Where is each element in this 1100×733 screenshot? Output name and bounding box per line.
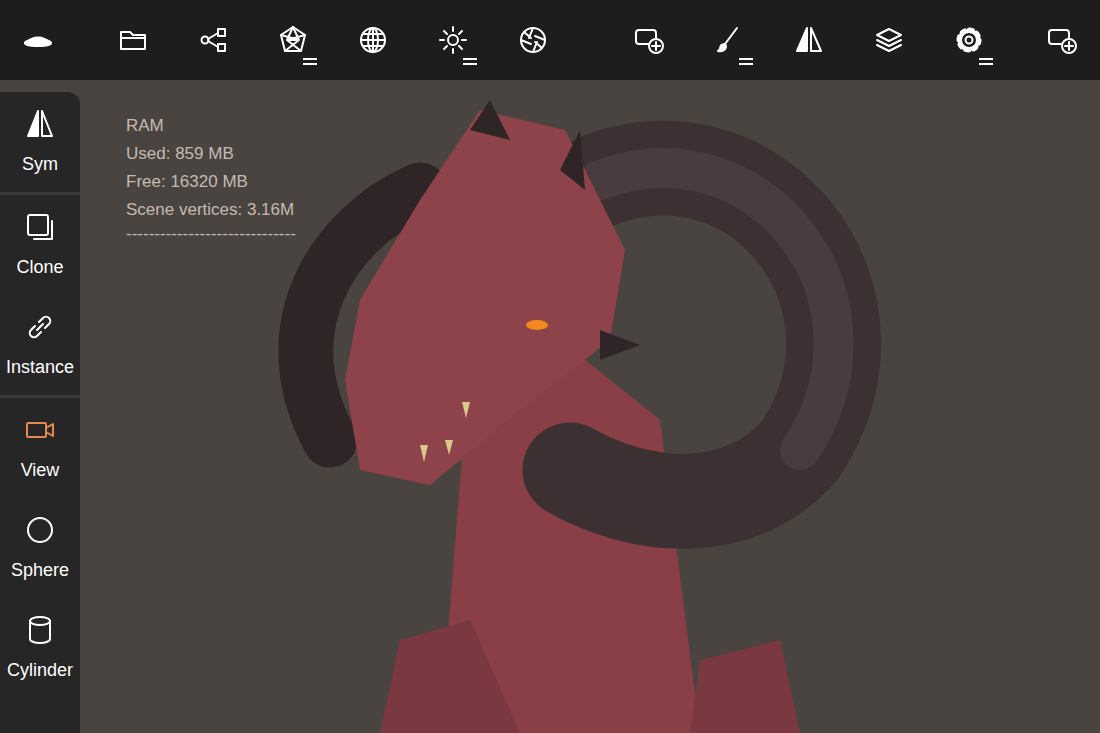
toolbar-button[interactable] — [253, 0, 333, 80]
ram-stats: RAMUsed: 859 MBFree: 16320 MBScene verti… — [80, 80, 296, 733]
toolbar-button[interactable] — [173, 0, 253, 80]
toolbar-button[interactable] — [413, 0, 493, 80]
toolbar-button[interactable] — [333, 0, 413, 80]
toolbar-button[interactable] — [609, 0, 689, 80]
sidebar-label: Cylinder — [7, 658, 73, 682]
sidebar-label: View — [21, 458, 60, 482]
stats-line: Used: 859 MB — [126, 140, 296, 168]
gear-icon — [953, 24, 985, 56]
stats-line: Free: 16320 MB — [126, 168, 296, 196]
sphere-icon — [24, 514, 56, 546]
symmetry-icon — [24, 108, 56, 140]
brush-icon — [713, 24, 745, 56]
sidebar-label: Sym — [22, 152, 58, 176]
sidebar-label: Clone — [16, 255, 63, 279]
submenu-mark — [979, 58, 993, 65]
sidebar-item[interactable]: Sym — [0, 92, 80, 192]
toolbar-button[interactable] — [0, 0, 76, 80]
sidebar-item[interactable]: Clone — [0, 195, 80, 295]
stats-line: Scene vertices: 3.16M — [126, 196, 296, 224]
top-toolbar — [0, 0, 1100, 80]
submenu-mark — [303, 58, 317, 65]
app-logo-icon — [22, 24, 54, 56]
scene-nodes-icon — [197, 24, 229, 56]
toolbar-button[interactable] — [769, 0, 849, 80]
stats-title: RAM — [126, 112, 296, 140]
layers-icon — [873, 24, 905, 56]
sidebar-item[interactable]: View — [0, 398, 80, 498]
cylinder-icon — [24, 614, 56, 646]
toolbar-button[interactable] — [493, 0, 573, 80]
toolbar-button[interactable] — [1022, 0, 1100, 80]
topology-icon — [277, 24, 309, 56]
sidebar-item[interactable]: Sphere — [0, 498, 80, 598]
wireframe-sphere-icon — [357, 24, 389, 56]
add-window-icon — [1046, 24, 1078, 56]
sun-icon — [437, 24, 469, 56]
tool-sidebar: Sym Clone Instance View Sphere Cylinder — [0, 92, 80, 733]
toolbar-button[interactable] — [929, 0, 1009, 80]
toolbar-button[interactable] — [689, 0, 769, 80]
aperture-icon — [517, 24, 549, 56]
add-layer-icon — [633, 24, 665, 56]
submenu-mark — [739, 58, 753, 65]
viewport[interactable]: Sym Clone Instance View Sphere Cylinder RAMUse… — [0, 80, 1100, 733]
link-icon — [24, 311, 56, 343]
submenu-mark — [463, 58, 477, 65]
stats-separator: ------------------------------ — [126, 224, 296, 244]
sidebar-item[interactable]: Instance — [0, 295, 80, 395]
toolbar-button[interactable] — [849, 0, 929, 80]
camera-icon — [24, 414, 56, 446]
symmetry-icon — [793, 24, 825, 56]
divider — [0, 395, 80, 398]
sidebar-label: Sphere — [11, 558, 69, 582]
sidebar-item[interactable]: Cylinder — [0, 598, 80, 698]
divider — [0, 192, 80, 195]
folder-icon — [117, 24, 149, 56]
toolbar-button[interactable] — [93, 0, 173, 80]
sidebar-label: Instance — [6, 355, 74, 379]
clone-icon — [24, 211, 56, 243]
